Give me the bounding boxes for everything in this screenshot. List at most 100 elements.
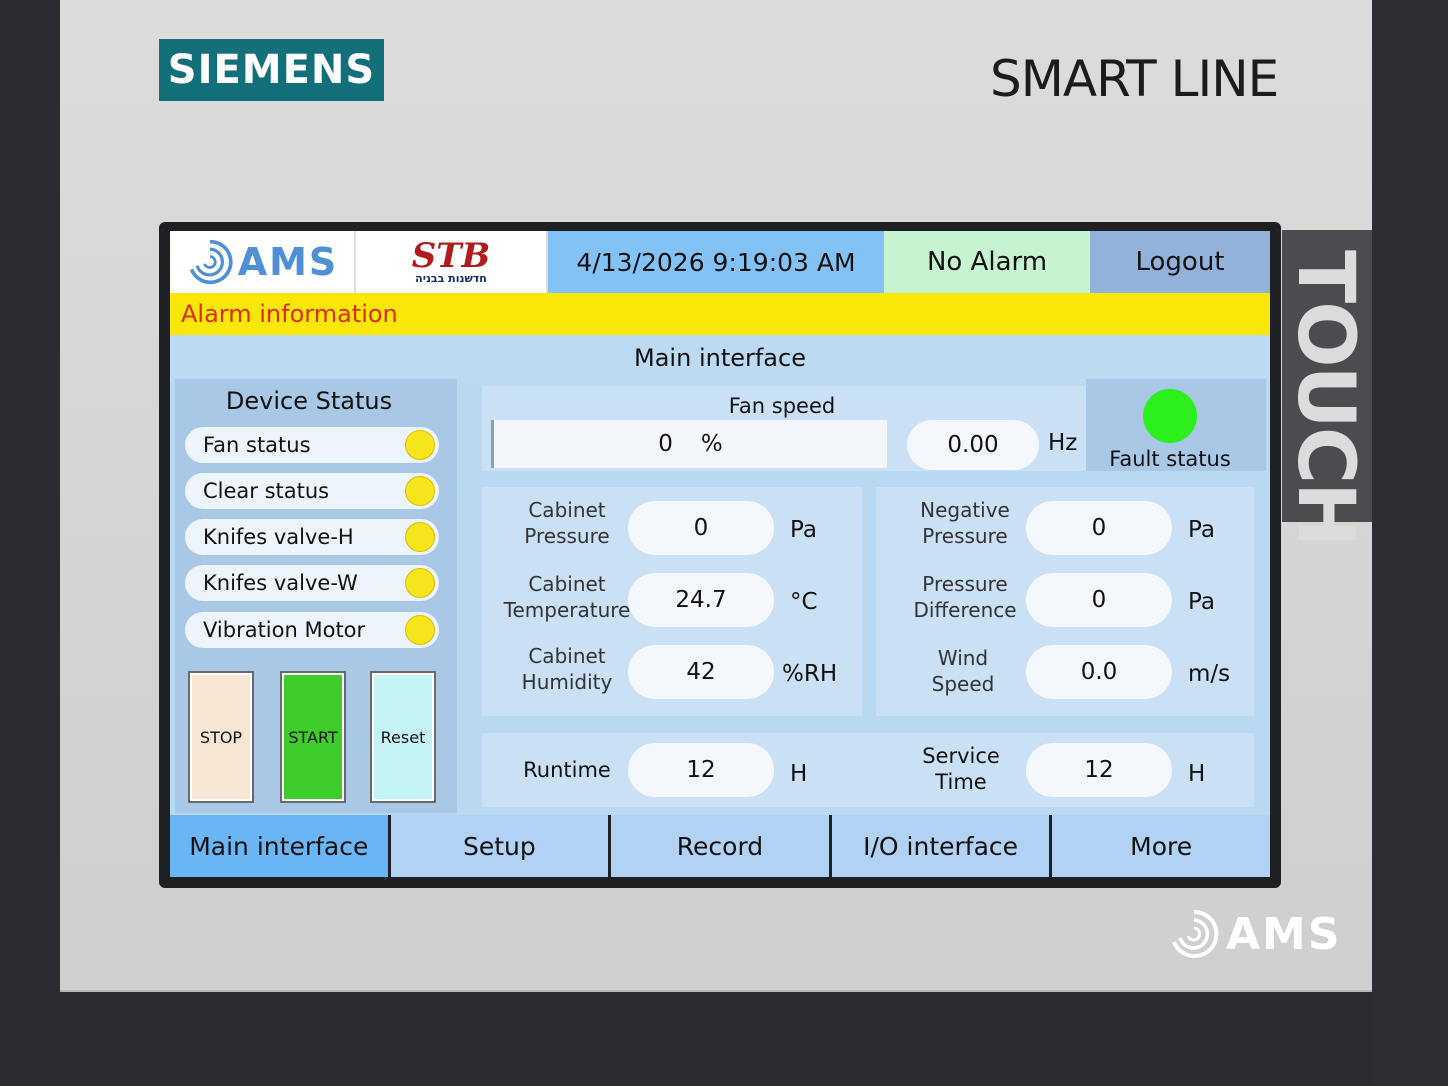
status-label: Knifes valve-H <box>203 525 354 549</box>
alarm-information-bar[interactable]: Alarm information <box>170 293 1270 335</box>
wind-speed-label: Wind Speed <box>898 645 1028 697</box>
status-item-knifes-valve-h: Knifes valve-H <box>185 519 439 555</box>
fan-speed-hz-unit: Hz <box>1048 430 1078 456</box>
runtime-unit: H <box>790 761 808 787</box>
device-status-title: Device Status <box>225 387 393 415</box>
label-line: Cabinet <box>528 644 606 668</box>
label-line: Service <box>922 744 1000 768</box>
siemens-logo: SIEMENS <box>159 39 384 101</box>
cabinet-pressure-unit: Pa <box>790 517 817 543</box>
pressure-difference-unit: Pa <box>1188 589 1215 615</box>
cabinet-humidity-unit: %RH <box>782 661 838 687</box>
label-line: Pressure <box>922 524 1008 548</box>
tab-setup[interactable]: Setup <box>390 815 609 877</box>
stb-logo-subtitle: חדשנות בבניה <box>415 271 487 285</box>
label-line: Difference <box>913 598 1017 622</box>
cabinet-temperature-label: Cabinet Temperature <box>502 571 632 623</box>
wind-speed-value[interactable]: 0.0 <box>1026 645 1172 699</box>
status-item-clear: Clear status <box>185 473 439 509</box>
status-indicator-light <box>405 430 435 460</box>
ams-logo: AMS <box>186 238 339 286</box>
cabinet-pressure-value[interactable]: 0 <box>628 501 774 555</box>
device-status-panel: Device Status Fan status Clear status Kn… <box>175 379 457 813</box>
pressure-difference-label: Pressure Difference <box>900 571 1030 623</box>
fan-speed-panel: Fan speed 0 % 0.00 Hz <box>482 386 1086 471</box>
bezel-ams-logo: AMS <box>1168 908 1342 960</box>
status-item-knifes-valve-w: Knifes valve-W <box>185 565 439 601</box>
label-line: Pressure <box>922 572 1008 596</box>
page-title: Main interface <box>170 335 1270 381</box>
negative-pressure-label: Negative Pressure <box>900 497 1030 549</box>
ams-logo-cell: AMS <box>170 231 356 293</box>
fan-speed-percent-unit: % <box>700 431 723 457</box>
fault-status-light <box>1143 389 1197 443</box>
runtime-value[interactable]: 12 <box>628 743 774 797</box>
stb-logo-text: STB <box>411 235 491 276</box>
device-housing-right <box>1372 0 1448 1086</box>
status-indicator-light <box>405 615 435 645</box>
wind-speed-unit: m/s <box>1188 661 1231 687</box>
bottom-tab-bar: Main interface Setup Record I/O interfac… <box>170 815 1270 877</box>
cabinet-temperature-value[interactable]: 24.7 <box>628 573 774 627</box>
logout-button[interactable]: Logout <box>1090 231 1270 293</box>
status-indicator-light <box>405 568 435 598</box>
fault-status-label: Fault status <box>1109 447 1231 471</box>
cabinet-sensor-panel: Cabinet Pressure 0 Pa Cabinet Temperatur… <box>482 487 862 716</box>
stb-logo-cell: STB חדשנות בבניה <box>356 231 548 293</box>
runtime-panel: Runtime 12 H Service Time 12 H <box>482 733 1254 807</box>
pressure-difference-value[interactable]: 0 <box>1026 573 1172 627</box>
negative-pressure-value[interactable]: 0 <box>1026 501 1172 555</box>
hmi-screen: AMS STB חדשנות בבניה 4/13/2026 9:19:03 A… <box>170 231 1270 877</box>
stb-logo: STB חדשנות בבניה <box>411 235 491 285</box>
service-time-label: Service Time <box>896 743 1026 795</box>
status-indicator-light <box>405 522 435 552</box>
tab-more[interactable]: More <box>1052 815 1270 877</box>
device-housing-left <box>0 0 60 1086</box>
touch-label: TOUCH <box>1280 250 1370 546</box>
cabinet-pressure-label: Cabinet Pressure <box>502 497 632 549</box>
start-button[interactable]: START <box>280 671 346 803</box>
datetime-display: 4/13/2026 9:19:03 AM <box>548 231 884 293</box>
status-item-fan: Fan status <box>185 427 439 463</box>
runtime-label: Runtime <box>523 758 611 782</box>
tab-record[interactable]: Record <box>611 815 829 877</box>
label-line: Cabinet <box>528 572 606 596</box>
status-indicator-light <box>405 476 435 506</box>
cabinet-humidity-value[interactable]: 42 <box>628 645 774 699</box>
ams-logo-text: AMS <box>237 240 339 284</box>
service-time-unit: H <box>1188 761 1206 787</box>
service-time-value[interactable]: 12 <box>1026 743 1172 797</box>
label-line: Wind <box>937 646 989 670</box>
label-line: Speed <box>931 672 995 696</box>
cabinet-temperature-unit: °C <box>790 589 818 615</box>
tab-main-interface[interactable]: Main interface <box>170 815 388 877</box>
status-label: Vibration Motor <box>203 618 366 642</box>
ams-swirl-icon <box>189 239 233 285</box>
fan-speed-percent-value: 0 <box>658 431 673 457</box>
fault-status-panel: Fault status <box>1086 379 1266 471</box>
status-item-vibration-motor: Vibration Motor <box>185 612 439 648</box>
environment-sensor-panel: Negative Pressure 0 Pa Pressure Differen… <box>876 487 1254 716</box>
model-label: SMART LINE <box>990 50 1279 108</box>
label-line: Negative <box>920 498 1010 522</box>
label-line: Humidity <box>521 670 613 694</box>
label-line: Cabinet <box>528 498 606 522</box>
tab-io-interface[interactable]: I/O interface <box>831 815 1050 877</box>
status-label: Clear status <box>203 479 330 503</box>
fan-speed-percent-field[interactable]: 0 % <box>491 420 887 468</box>
top-bar: AMS STB חדשנות בבניה 4/13/2026 9:19:03 A… <box>170 231 1270 293</box>
stop-button[interactable]: STOP <box>188 671 254 803</box>
fan-speed-title: Fan speed <box>728 394 836 418</box>
ams-swirl-icon <box>1172 909 1219 958</box>
label-line: Time <box>935 770 987 794</box>
reset-button[interactable]: Reset <box>370 671 436 803</box>
negative-pressure-unit: Pa <box>1188 517 1215 543</box>
status-label: Knifes valve-W <box>203 571 358 595</box>
alarm-status: No Alarm <box>884 231 1090 293</box>
cabinet-humidity-label: Cabinet Humidity <box>502 643 632 695</box>
label-line: Pressure <box>524 524 610 548</box>
bezel-ams-text: AMS <box>1226 908 1342 960</box>
status-label: Fan status <box>203 433 311 457</box>
label-line: Temperature <box>503 598 631 622</box>
fan-speed-hz-field[interactable]: 0.00 <box>907 420 1039 470</box>
